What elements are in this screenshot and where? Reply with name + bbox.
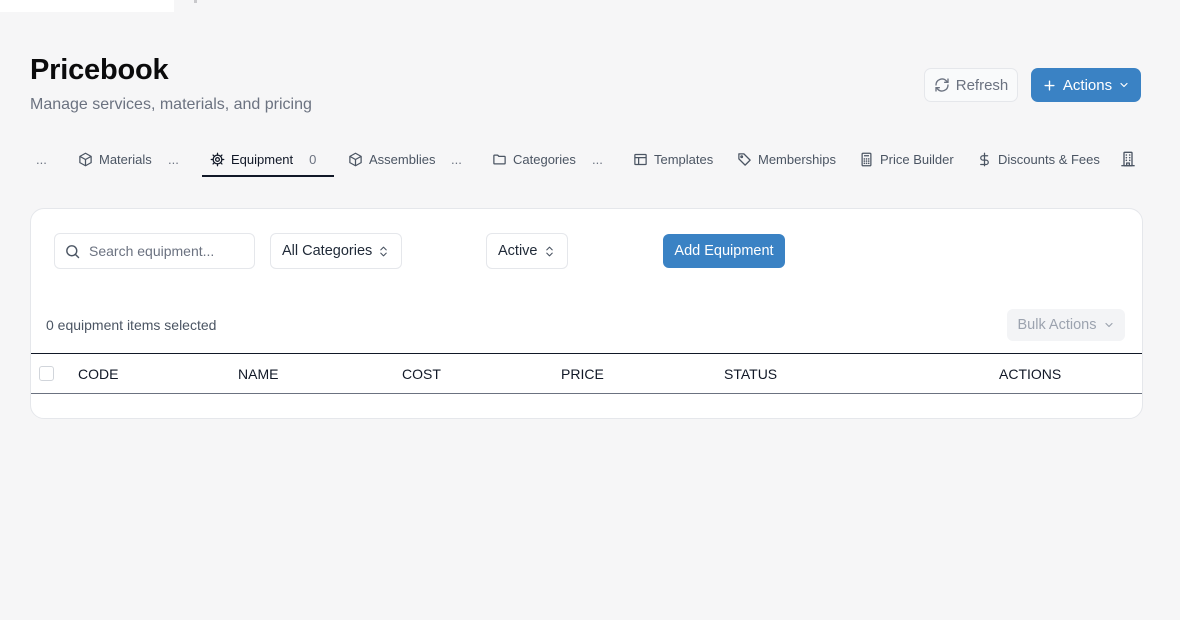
- tab-label: Equipment: [231, 151, 294, 167]
- tab-discounts-fees[interactable]: Discounts & Fees: [977, 140, 1100, 178]
- tab-bar: ... Materials ... Equipment 0 Assemblies…: [0, 140, 1180, 178]
- search-input[interactable]: [89, 243, 239, 259]
- top-bar-fragment: [0, 0, 174, 12]
- add-equipment-button[interactable]: Add Equipment: [663, 234, 785, 268]
- layout-icon: [633, 152, 648, 167]
- actions-label: Actions: [1062, 76, 1113, 94]
- tab-memberships[interactable]: Memberships: [737, 140, 836, 178]
- tab-categories[interactable]: Categories: [492, 140, 576, 178]
- tab-label: Price Builder: [880, 151, 954, 167]
- tab-label: Assemblies: [369, 151, 436, 167]
- chevron-down-icon: [1103, 319, 1115, 331]
- tab-label: Memberships: [758, 151, 837, 167]
- tab-label: Materials: [99, 151, 152, 167]
- chevrons-up-down-icon: [543, 245, 556, 258]
- selection-count: 0 equipment items selected: [46, 317, 217, 333]
- refresh-icon: [934, 77, 950, 93]
- column-header-price[interactable]: PRICE: [561, 354, 604, 393]
- column-header-name[interactable]: NAME: [238, 354, 278, 393]
- calculator-icon: [859, 152, 874, 167]
- tab-materials[interactable]: Materials: [78, 140, 152, 178]
- gear-icon: [210, 152, 225, 167]
- top-bar-mark: [194, 0, 197, 3]
- tab-equipment[interactable]: Equipment 0: [210, 140, 316, 178]
- tab-assemblies[interactable]: Assemblies: [348, 140, 435, 178]
- status-select-value: Active: [498, 243, 538, 259]
- page-subtitle: Manage services, materials, and pricing: [30, 96, 312, 113]
- column-header-code[interactable]: CODE: [78, 354, 118, 393]
- tab-templates[interactable]: Templates: [633, 140, 713, 178]
- building-icon: [1120, 151, 1136, 167]
- status-select[interactable]: Active: [486, 233, 568, 269]
- folder-icon: [492, 152, 507, 167]
- search-box[interactable]: [54, 233, 255, 269]
- select-all-checkbox[interactable]: [39, 366, 54, 381]
- tab-label: Templates: [654, 151, 714, 167]
- dollar-icon: [977, 152, 992, 167]
- tab-overflow-ellipsis: ...: [36, 151, 47, 167]
- table-header: CODE NAME COST PRICE STATUS ACTIONS: [31, 353, 1142, 394]
- column-header-actions: ACTIONS: [999, 365, 1062, 382]
- category-select[interactable]: All Categories: [270, 233, 402, 269]
- category-select-value: All Categories: [282, 243, 373, 259]
- refresh-button[interactable]: Refresh: [924, 68, 1018, 102]
- bulk-actions-button[interactable]: Bulk Actions: [1007, 309, 1125, 341]
- tab-more[interactable]: [1120, 140, 1136, 178]
- equipment-card: All Categories Active Add Equipment 0 eq…: [30, 208, 1143, 419]
- box-icon: [348, 152, 363, 167]
- bulk-actions-label: Bulk Actions: [1017, 317, 1097, 333]
- actions-button[interactable]: Actions: [1031, 68, 1141, 102]
- box-icon: [78, 152, 93, 167]
- tab-overflow-ellipsis: ...: [168, 151, 179, 167]
- page-title: Pricebook: [30, 54, 169, 86]
- search-icon: [64, 243, 81, 260]
- column-header-status[interactable]: STATUS: [724, 354, 777, 393]
- active-tab-indicator: [202, 175, 334, 177]
- column-header-cost[interactable]: COST: [402, 354, 441, 393]
- tab-label: Categories: [513, 151, 576, 167]
- tab-count-badge: 0: [309, 151, 317, 167]
- tab-overflow-ellipsis: ...: [451, 151, 462, 167]
- refresh-label: Refresh: [955, 76, 1009, 94]
- plus-icon: [1042, 78, 1057, 93]
- tab-price-builder[interactable]: Price Builder: [859, 140, 954, 178]
- tag-icon: [737, 152, 752, 167]
- chevron-down-icon: [1118, 79, 1130, 91]
- tab-overflow-ellipsis: ...: [592, 151, 603, 167]
- chevrons-up-down-icon: [377, 245, 390, 258]
- tab-label: Discounts & Fees: [998, 151, 1100, 167]
